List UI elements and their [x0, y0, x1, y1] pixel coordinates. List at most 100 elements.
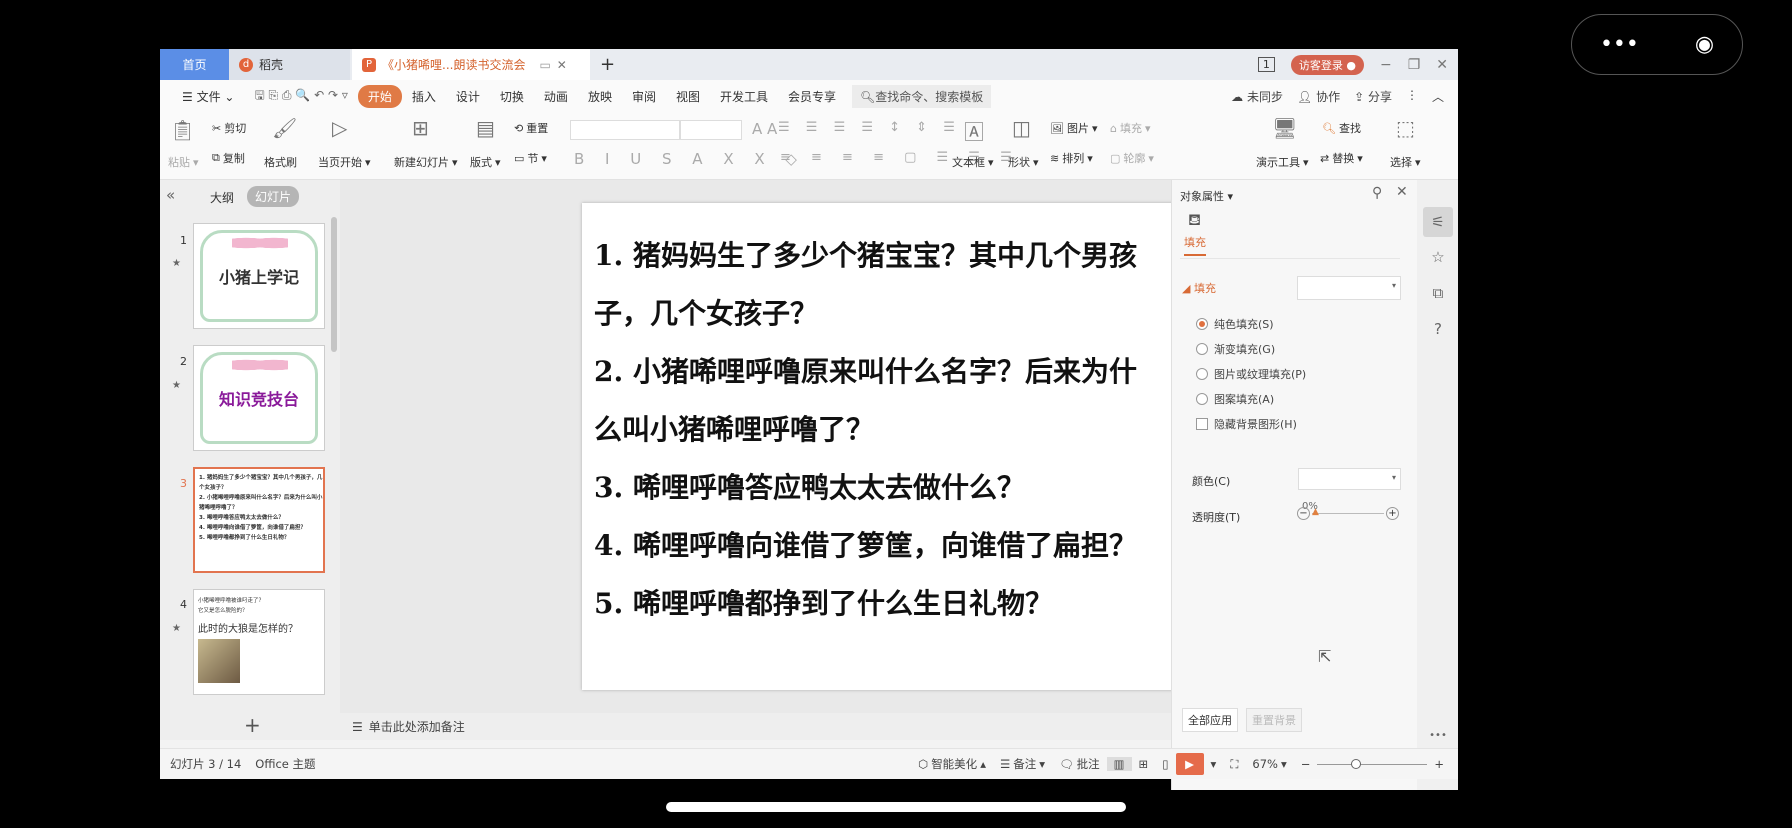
- slide-3[interactable]: 1. 猪妈妈生了多少个猪宝宝？其中几个男孩 子，几个女孩子？ 2. 小猪唏哩呼噜…: [582, 203, 1197, 690]
- more-icon[interactable]: •••: [1600, 32, 1639, 57]
- menu-slideshow[interactable]: 放映: [578, 85, 622, 108]
- reset-background-button[interactable]: 重置背景: [1246, 708, 1302, 732]
- presenter-tools-button[interactable]: 演示工具 ▾: [1256, 154, 1309, 170]
- zoom-out-button[interactable]: −: [1294, 757, 1318, 771]
- fill-tab[interactable]: 填充: [1184, 234, 1206, 256]
- radio-button[interactable]: [1196, 393, 1208, 405]
- menu-animation[interactable]: 动画: [534, 85, 578, 108]
- close-icon[interactable]: ✕: [1436, 57, 1448, 73]
- radio-pattern-fill[interactable]: 图案填充(A): [1196, 391, 1274, 407]
- shape-button[interactable]: 形状 ▾: [1008, 154, 1039, 170]
- textbox-button[interactable]: 文本框 ▾: [952, 154, 994, 170]
- slider-handle[interactable]: ▲: [1312, 507, 1319, 517]
- zoom-in-button[interactable]: +: [1427, 757, 1458, 771]
- format-painter-button[interactable]: 格式刷: [264, 154, 297, 170]
- paste-button[interactable]: 粘贴 ▾: [168, 154, 199, 170]
- reset-button[interactable]: ⟲ 重置: [514, 120, 548, 136]
- panel-title[interactable]: 对象属性 ▾: [1180, 188, 1233, 204]
- restore-icon[interactable]: ❐: [1408, 57, 1421, 73]
- question-line[interactable]: 么叫小猪唏哩呼噜了？: [594, 401, 1197, 459]
- play-slideshow-button[interactable]: ▶: [1175, 753, 1204, 775]
- share-button[interactable]: ⇪ 分享: [1354, 88, 1392, 105]
- cut-button[interactable]: ✂ 剪切: [212, 120, 246, 136]
- question-line[interactable]: 5. 唏哩呼噜都挣到了什么生日礼物？: [594, 575, 1197, 633]
- slides-tab[interactable]: 幻灯片: [247, 186, 300, 207]
- screen-recorder-overlay[interactable]: ••• ◉: [1571, 14, 1743, 75]
- menu-member[interactable]: 会员专享: [778, 85, 846, 108]
- menu-developer[interactable]: 开发工具: [710, 85, 778, 108]
- play-current-button[interactable]: 当页开始 ▾: [318, 154, 371, 170]
- shape-icon[interactable]: ◫: [1012, 116, 1031, 140]
- question-line[interactable]: 4. 唏哩呼噜向谁借了箩筐，向谁借了扁担？: [594, 517, 1197, 575]
- collapse-panel-icon[interactable]: «: [166, 186, 175, 204]
- outline-tab[interactable]: 大纲: [210, 189, 234, 206]
- radio-solid-fill[interactable]: 纯色填充(S): [1196, 316, 1274, 332]
- fill-type-dropdown[interactable]: ▾: [1297, 276, 1401, 300]
- menu-insert[interactable]: 插入: [402, 85, 446, 108]
- menu-design[interactable]: 设计: [446, 85, 490, 108]
- command-search[interactable]: 🔍︎查找命令、搜索模板: [852, 84, 992, 108]
- paste-icon[interactable]: 📋︎: [170, 118, 195, 142]
- minimize-icon[interactable]: −: [1380, 57, 1392, 73]
- transparency-slider[interactable]: [1312, 513, 1384, 514]
- fill-section-header[interactable]: ◢ 填充: [1182, 280, 1216, 296]
- play-options-icon[interactable]: ▾: [1204, 757, 1224, 771]
- font-size-dropdown[interactable]: [680, 120, 742, 140]
- select-button[interactable]: 选择 ▾: [1390, 154, 1421, 170]
- panel-scrollbar[interactable]: [331, 217, 337, 352]
- paragraph-buttons[interactable]: ☰ ☰ ☰ ☰ ↕ ⇕ ☰: [778, 120, 961, 135]
- quick-access-icons[interactable]: 🖫 ⎘ ⎙ 🔍 ↶ ↷ ▿: [244, 83, 357, 110]
- find-button[interactable]: 🔍︎ 查找: [1322, 120, 1361, 136]
- question-line[interactable]: 1. 猪妈妈生了多少个猪宝宝？其中几个男孩: [594, 227, 1197, 285]
- collab-button[interactable]: 👤︎ 协作: [1297, 88, 1340, 105]
- radio-button[interactable]: [1196, 318, 1208, 330]
- question-line[interactable]: 2. 小猪唏哩呼噜原来叫什么名字？后来为什: [594, 343, 1197, 401]
- tab-home[interactable]: 首页: [160, 49, 229, 80]
- monitor-icon[interactable]: ▭: [539, 58, 550, 72]
- comments-button[interactable]: 🗨︎ 批注: [1052, 756, 1107, 772]
- section-button[interactable]: ▭ 节 ▾: [514, 150, 547, 166]
- animation-icon[interactable]: ☆: [1423, 242, 1453, 272]
- question-line[interactable]: 3. 唏哩呼噜答应鸭太太去做什么？: [594, 459, 1197, 517]
- outline-button[interactable]: ▢ 轮廓 ▾: [1110, 150, 1154, 166]
- slide-thumbnail-3[interactable]: 1. 猪妈妈生了多少个猪宝宝？其中几个男孩子，几个女孩子？ 2. 小猪唏哩呼噜原…: [193, 467, 325, 573]
- color-dropdown[interactable]: ▾: [1298, 468, 1401, 490]
- record-icon[interactable]: ◉: [1695, 32, 1714, 57]
- add-slide-button[interactable]: +: [244, 713, 261, 737]
- sorter-view-button[interactable]: ⊞: [1132, 757, 1156, 771]
- picture-button[interactable]: 🖼︎ 图片 ▾: [1050, 120, 1098, 136]
- zoom-level[interactable]: 67% ▾: [1245, 757, 1293, 771]
- font-name-dropdown[interactable]: [570, 120, 680, 140]
- zoom-slider[interactable]: [1317, 759, 1428, 769]
- close-tab-icon[interactable]: ✕: [557, 58, 567, 72]
- radio-button[interactable]: [1196, 343, 1208, 355]
- normal-view-button[interactable]: ▥: [1106, 757, 1132, 771]
- presenter-icon[interactable]: 🖥︎: [1272, 116, 1297, 140]
- new-tab-button[interactable]: +: [590, 49, 625, 80]
- slide-switch-icon[interactable]: ⧉: [1423, 278, 1453, 308]
- collapse-ribbon-icon[interactable]: ︿: [1432, 88, 1444, 105]
- fit-window-icon[interactable]: ⛶: [1223, 757, 1245, 772]
- notes-button[interactable]: ☰ 备注 ▾: [993, 756, 1052, 772]
- reading-view-button[interactable]: ▯: [1155, 757, 1175, 771]
- pin-icon[interactable]: ⚲: [1372, 185, 1382, 201]
- slide-thumbnail-4[interactable]: 小猪唏哩呼噜被谁叼走了？ 它又是怎么脱险的？ 此时的大狼是怎样的？: [193, 589, 325, 695]
- font-style-buttons[interactable]: B I U S A X X ◇: [574, 150, 805, 168]
- menu-transition[interactable]: 切换: [490, 85, 534, 108]
- checkbox[interactable]: [1196, 418, 1208, 430]
- decrease-button[interactable]: −: [1297, 507, 1310, 520]
- radio-button[interactable]: [1196, 368, 1208, 380]
- more-icon[interactable]: ⋮: [1406, 88, 1418, 105]
- help-icon[interactable]: ?: [1423, 314, 1453, 344]
- properties-icon[interactable]: ⚟: [1423, 207, 1453, 237]
- radio-gradient-fill[interactable]: 渐变填充(G): [1196, 341, 1275, 357]
- more-icon[interactable]: •••: [1423, 720, 1453, 750]
- close-panel-icon[interactable]: ✕: [1396, 184, 1408, 200]
- zoom-slider-handle[interactable]: [1351, 759, 1362, 769]
- sync-button[interactable]: ☁ 未同步: [1231, 88, 1283, 105]
- menu-view[interactable]: 视图: [666, 85, 710, 108]
- new-slide-button[interactable]: 新建幻灯片 ▾: [394, 154, 458, 170]
- select-icon[interactable]: ⬚: [1396, 116, 1415, 140]
- play-icon[interactable]: ▷: [332, 116, 347, 140]
- menu-start[interactable]: 开始: [357, 84, 402, 108]
